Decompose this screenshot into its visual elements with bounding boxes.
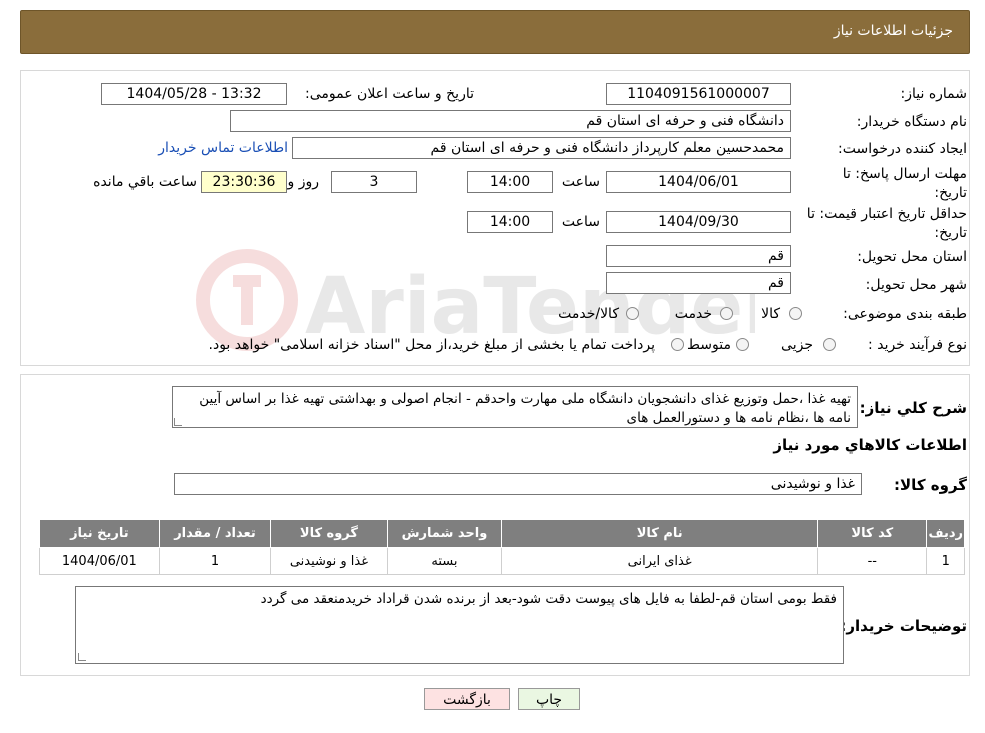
category-goods-radio[interactable] xyxy=(789,307,802,320)
process-minor-label: جزیی xyxy=(781,337,813,353)
col-row-number: ردیف xyxy=(926,519,965,548)
col-quantity: تعداد / مقدار xyxy=(158,519,272,548)
creator-label: ایجاد کننده درخواست: xyxy=(838,141,967,157)
deadline-date-field: 1404/06/01 xyxy=(606,171,791,193)
buyer-org-field: دانشگاه فنی و حرفه ای استان قم xyxy=(230,110,791,132)
page-title: جزئیات اطلاعات نیاز xyxy=(833,23,953,39)
announce-date-field: 1404/05/28 - 13:32 xyxy=(101,83,287,105)
deadline-time-field: 14:00 xyxy=(467,171,553,193)
remaining-time-field: 23:30:36 xyxy=(201,171,287,193)
cell-goods-code: -- xyxy=(817,547,928,575)
col-unit: واحد شمارش xyxy=(386,519,503,548)
cell-goods-group: غذا و نوشیدنی xyxy=(270,547,388,575)
city-field: قم xyxy=(606,272,791,294)
process-medium-label: متوسط xyxy=(687,337,731,353)
remaining-time-label: ساعت باقي مانده xyxy=(93,174,197,190)
cell-unit: بسته xyxy=(386,547,503,575)
category-service-radio[interactable] xyxy=(720,307,733,320)
category-goods-service-label: کالا/خدمت xyxy=(558,306,619,322)
summary-textarea[interactable]: تهیه غذا ،حمل وتوزیع غذای دانشجویان دانش… xyxy=(172,386,858,428)
col-need-date: تاریخ نیاز xyxy=(39,519,160,548)
buyer-contact-link[interactable]: اطلاعات تماس خریدار xyxy=(158,140,288,156)
buyer-notes-label: توضیحات خریدار: xyxy=(840,617,967,635)
need-number-field: 1104091561000007 xyxy=(606,83,791,105)
goods-info-title: اطلاعات کالاهاي مورد نياز xyxy=(773,436,967,454)
page-header: جزئیات اطلاعات نیاز xyxy=(20,10,970,54)
goods-group-field: غذا و نوشیدنی xyxy=(174,473,862,495)
category-service-label: خدمت xyxy=(674,306,712,322)
validity-time-field: 14:00 xyxy=(467,211,553,233)
buyer-org-label: نام دستگاه خریدار: xyxy=(856,114,967,130)
deadline-time-label: ساعت xyxy=(561,174,600,190)
category-goods-service-radio[interactable] xyxy=(626,307,639,320)
goods-table-header-row: ردیف کد کالا نام کالا واحد شمارش گروه کا… xyxy=(39,519,965,548)
deadline-label-date: تاریخ: xyxy=(934,185,967,201)
cell-quantity: 1 xyxy=(158,547,272,575)
validity-date-field: 1404/09/30 xyxy=(606,211,791,233)
table-row: 1 -- غذای ایرانی بسته غذا و نوشیدنی 1 14… xyxy=(39,547,965,575)
remaining-days-field: 3 xyxy=(331,171,417,193)
process-label: نوع فرآیند خرید : xyxy=(868,337,967,353)
validity-label-date: تاریخ: xyxy=(934,225,967,241)
process-treasury-note: پرداخت تمام یا بخشی از مبلغ خرید،از محل … xyxy=(208,337,655,353)
cell-goods-name: غذای ایرانی xyxy=(501,547,819,575)
process-treasury-checkbox[interactable] xyxy=(671,338,684,351)
process-minor-radio[interactable] xyxy=(823,338,836,351)
validity-label: حداقل تاریخ اعتبار قیمت: تا xyxy=(806,206,967,222)
process-medium-radio[interactable] xyxy=(736,338,749,351)
province-label: استان محل تحویل: xyxy=(857,249,967,265)
col-goods-group: گروه کالا xyxy=(270,519,388,548)
col-goods-code: کد کالا xyxy=(817,519,928,548)
announce-date-label: تاریخ و ساعت اعلان عمومی: xyxy=(305,86,474,102)
print-button[interactable]: چاپ xyxy=(518,688,580,710)
summary-label: شرح کلي نياز: xyxy=(859,399,967,417)
summary-resize-handle[interactable] xyxy=(174,418,182,426)
province-field: قم xyxy=(606,245,791,267)
goods-group-label: گروه کالا: xyxy=(894,476,967,494)
buyer-notes-resize-handle[interactable] xyxy=(78,653,86,661)
creator-field: محمدحسین معلم کارپرداز دانشگاه فنی و حرف… xyxy=(292,137,791,159)
city-label: شهر محل تحویل: xyxy=(865,277,967,293)
back-button[interactable]: بازگشت xyxy=(424,688,510,710)
buyer-notes-textarea[interactable]: فقط بومی استان قم-لطفا به فایل های پیوست… xyxy=(75,586,844,664)
col-goods-name: نام کالا xyxy=(501,519,819,548)
deadline-label: مهلت ارسال پاسخ: تا xyxy=(842,166,967,182)
days-label: روز و xyxy=(287,174,320,190)
cell-need-date: 1404/06/01 xyxy=(39,547,160,575)
category-label: طبقه بندی موضوعی: xyxy=(843,306,967,322)
validity-time-label: ساعت xyxy=(561,214,600,230)
category-goods-label: کالا xyxy=(761,306,780,322)
need-number-label: شماره نیاز: xyxy=(900,86,968,102)
goods-table: ردیف کد کالا نام کالا واحد شمارش گروه کا… xyxy=(39,519,965,575)
cell-row-number: 1 xyxy=(926,547,965,575)
